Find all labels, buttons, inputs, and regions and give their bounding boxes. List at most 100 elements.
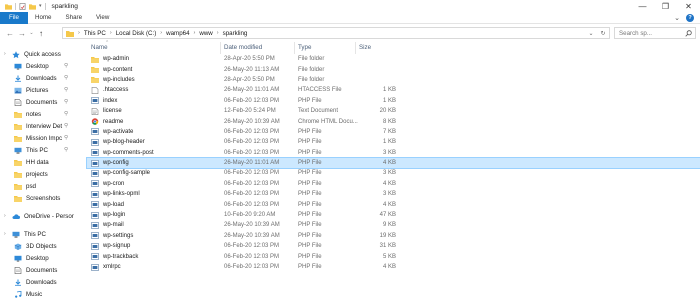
file-name-cell[interactable]: wp-admin — [87, 56, 221, 63]
nav-item-pictures[interactable]: Pictures ⚲ — [0, 84, 80, 96]
file-name-cell[interactable]: readme — [87, 118, 221, 125]
file-name-cell[interactable]: license — [87, 107, 221, 115]
expand-chevron-icon[interactable]: › — [4, 51, 10, 57]
file-name-cell[interactable]: xmlrpc — [87, 263, 221, 271]
file-row[interactable]: index 06-Feb-20 12:03 PM PHP File 1 KB — [87, 96, 700, 106]
file-name-cell[interactable]: .htaccess — [87, 86, 221, 94]
nav-item-interview-det[interactable]: Interview Det ⚲ — [0, 120, 80, 132]
file-row[interactable]: wp-config-sample 06-Feb-20 12:03 PM PHP Fi… — [87, 168, 700, 178]
minimize-icon[interactable]: — — [631, 0, 654, 12]
file-date: 28-Apr-20 5:50 PM — [224, 56, 275, 63]
breadcrumb-www[interactable]: www — [199, 30, 212, 37]
file-row[interactable]: wp-signup 06-Feb-20 12:03 PM PHP File 31 KB — [87, 241, 700, 251]
forward-arrow-icon[interactable]: → — [16, 27, 28, 39]
file-name-cell[interactable]: wp-comments-post — [87, 149, 221, 157]
nav-item-quick-access[interactable]: › Quick access — [0, 48, 80, 60]
column-header-date[interactable]: Date modified — [221, 42, 295, 54]
nav-item-notes[interactable]: notes ⚲ — [0, 108, 80, 120]
file-row[interactable]: wp-config 26-May-20 11:01 AM PHP File 4 KB — [86, 156, 700, 170]
expand-chevron-icon[interactable]: › — [4, 231, 10, 237]
new-folder-icon[interactable] — [29, 3, 36, 10]
nav-item-this-pc[interactable]: › This PC — [0, 228, 80, 240]
file-row[interactable]: wp-settings 26-May-20 10:39 AM PHP File 19 … — [87, 231, 700, 241]
refresh-icon[interactable]: ↻ — [597, 30, 609, 37]
expand-ribbon-chevron-icon[interactable]: ⌄ — [674, 14, 680, 22]
folder-icon[interactable] — [5, 3, 12, 10]
breadcrumb-chevron-icon[interactable]: › — [194, 30, 196, 36]
breadcrumb-chevron-icon[interactable]: › — [217, 30, 219, 36]
nav-item-screenshots[interactable]: Screenshots — [0, 192, 80, 204]
column-header-type[interactable]: Type — [295, 42, 356, 54]
file-row[interactable]: readme 26-May-20 10:39 AM Chrome HTML Docu… — [87, 116, 700, 126]
file-name-cell[interactable]: wp-login — [87, 211, 221, 219]
address-dropdown-chevron-icon[interactable]: ⌄ — [585, 30, 597, 37]
file-row[interactable]: .htaccess 26-May-20 11:01 AM HTACCESS File… — [87, 85, 700, 95]
nav-item-music[interactable]: Music — [0, 288, 80, 300]
up-arrow-icon[interactable]: ↑ — [35, 27, 47, 39]
file-row[interactable]: wp-load 06-Feb-20 12:03 PM PHP File 4 KB — [87, 199, 700, 209]
file-name-cell[interactable]: index — [87, 97, 221, 105]
nav-item-onedrive-persor[interactable]: › OneDrive - Persor — [0, 210, 80, 222]
file-row[interactable]: wp-links-opml 06-Feb-20 12:03 PM PHP File 3… — [87, 189, 700, 199]
recent-locations-chevron-icon[interactable]: ⌄ — [28, 27, 35, 39]
file-row[interactable]: wp-cron 06-Feb-20 12:03 PM PHP File 4 KB — [87, 179, 700, 189]
restore-icon[interactable]: ❐ — [654, 0, 677, 12]
nav-item-mission-impc[interactable]: Mission Impc ⚲ — [0, 132, 80, 144]
nav-item-documents[interactable]: Documents ⚲ — [0, 96, 80, 108]
breadcrumb-this-pc[interactable]: This PC — [84, 30, 106, 37]
file-row[interactable]: wp-admin 28-Apr-20 5:50 PM File folder — [87, 54, 700, 64]
back-arrow-icon[interactable]: ← — [4, 27, 16, 39]
file-name-cell[interactable]: wp-blog-header — [87, 138, 221, 146]
nav-item-psd[interactable]: psd — [0, 180, 80, 192]
file-name-cell[interactable]: wp-includes — [87, 76, 221, 84]
file-row[interactable]: wp-comments-post 06-Feb-20 12:03 PM PHP Fi… — [87, 148, 700, 158]
file-name-cell[interactable]: wp-load — [87, 201, 221, 209]
customize-toolbar-chevron-icon[interactable]: ▾ — [39, 3, 42, 9]
expand-chevron-icon[interactable]: › — [4, 213, 10, 219]
tab-view[interactable]: View — [89, 12, 116, 24]
column-header-size[interactable]: Size — [356, 42, 399, 54]
breadcrumb-wamp64[interactable]: wamp64 — [166, 30, 189, 37]
file-name-cell[interactable]: wp-config-sample — [87, 170, 221, 177]
file-row[interactable]: xmlrpc 06-Feb-20 12:03 PM PHP File 4 KB — [87, 262, 700, 272]
tab-file[interactable]: File — [0, 11, 28, 24]
nav-item-desktop[interactable]: Desktop — [0, 252, 80, 264]
file-row[interactable]: wp-login 10-Feb-20 9:20 AM PHP File 47 KB — [87, 210, 700, 220]
nav-item-downloads[interactable]: Downloads ⚲ — [0, 72, 80, 84]
file-name-cell[interactable]: wp-cron — [87, 180, 221, 188]
help-icon[interactable]: ? — [686, 13, 694, 22]
close-icon[interactable]: ✕ — [677, 0, 700, 12]
nav-item-desktop[interactable]: Desktop ⚲ — [0, 60, 80, 72]
file-name-cell[interactable]: wp-mail — [87, 222, 221, 229]
address-bar[interactable]: › This PC › Local Disk (C:) › wamp64 › w… — [62, 27, 610, 39]
tab-share[interactable]: Share — [59, 12, 90, 24]
nav-item-3d-objects[interactable]: 3D Objects — [0, 240, 80, 252]
nav-item-projects[interactable]: projects — [0, 168, 80, 180]
file-row[interactable]: license 12-Feb-20 5:24 PM Text Document 20 … — [87, 106, 700, 116]
nav-item-this-pc[interactable]: This PC ⚲ — [0, 144, 80, 156]
file-row[interactable]: wp-mail 26-May-20 10:39 AM PHP File 9 KB — [87, 220, 700, 230]
properties-icon[interactable] — [19, 2, 26, 10]
breadcrumb-chevron-icon[interactable]: › — [78, 30, 80, 36]
file-row[interactable]: wp-activate 06-Feb-20 12:03 PM PHP File 7 K… — [87, 127, 700, 137]
file-name-cell[interactable]: wp-content — [87, 66, 221, 74]
nav-item-documents[interactable]: Documents — [0, 264, 80, 276]
file-name-cell[interactable]: wp-config — [87, 159, 221, 167]
nav-item-downloads[interactable]: Downloads — [0, 276, 80, 288]
tab-home[interactable]: Home — [28, 12, 59, 24]
nav-item-hh-data[interactable]: HH data — [0, 156, 80, 168]
file-row[interactable]: wp-content 26-May-20 11:13 AM File folder — [87, 64, 700, 74]
file-row[interactable]: wp-trackback 06-Feb-20 12:03 PM PHP File 5 … — [87, 251, 700, 261]
file-name-cell[interactable]: wp-signup — [87, 242, 221, 250]
file-name-cell[interactable]: wp-settings — [87, 232, 221, 240]
file-name-cell[interactable]: wp-links-opml — [87, 190, 221, 198]
breadcrumb-sparkling[interactable]: sparkling — [223, 30, 248, 37]
file-row[interactable]: wp-blog-header 06-Feb-20 12:03 PM PHP File… — [87, 137, 700, 147]
breadcrumb-chevron-icon[interactable]: › — [110, 30, 112, 36]
file-name-cell[interactable]: wp-activate — [87, 128, 221, 136]
breadcrumb-chevron-icon[interactable]: › — [160, 30, 162, 36]
file-row[interactable]: wp-includes 28-Apr-20 5:50 PM File folder — [87, 75, 700, 85]
breadcrumb-local-disk[interactable]: Local Disk (C:) — [116, 30, 157, 37]
file-name-cell[interactable]: wp-trackback — [87, 253, 221, 261]
search-input[interactable]: Search sp... — [614, 27, 696, 39]
